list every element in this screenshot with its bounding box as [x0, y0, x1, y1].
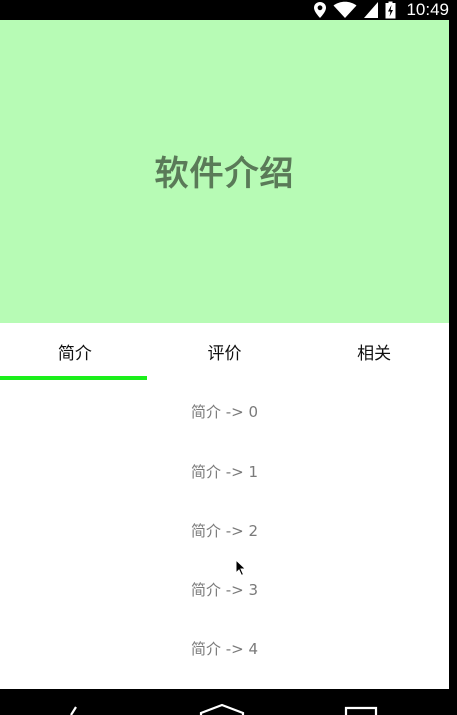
tab-label: 相关	[357, 344, 392, 364]
location-icon	[313, 1, 327, 19]
header-banner: 软件介绍	[0, 20, 449, 323]
tab-related[interactable]: 相关	[299, 323, 449, 380]
back-icon[interactable]	[62, 689, 86, 715]
recents-icon[interactable]	[344, 689, 378, 715]
status-bar: 10:49	[0, 0, 457, 20]
content-list: 简介 -> 0 简介 -> 1 简介 -> 2 简介 -> 3 简介 -> 4	[0, 380, 449, 678]
navigation-bar	[0, 689, 457, 715]
list-item[interactable]: 简介 -> 4	[0, 619, 449, 678]
tab-bar: 简介 评价 相关	[0, 323, 449, 380]
signal-icon	[363, 1, 379, 19]
wifi-icon	[333, 1, 357, 19]
status-icons: 10:49	[313, 0, 449, 20]
mouse-pointer-icon	[235, 558, 247, 581]
app-window: 软件介绍 简介 评价 相关 简介 -> 0 简介 -> 1 简介 -> 2 简介…	[0, 20, 449, 689]
page-title: 软件介绍	[154, 154, 295, 194]
tab-label: 简介	[57, 344, 92, 364]
battery-icon	[385, 1, 396, 19]
tab-label: 评价	[207, 344, 242, 364]
list-item[interactable]: 简介 -> 3	[0, 560, 449, 619]
list-item[interactable]: 简介 -> 2	[0, 501, 449, 560]
list-item[interactable]: 简介 -> 1	[0, 442, 449, 501]
home-icon[interactable]	[199, 689, 245, 715]
list-item[interactable]: 简介 -> 0	[0, 380, 449, 442]
tab-review[interactable]: 评价	[150, 323, 300, 380]
tab-intro[interactable]: 简介	[0, 323, 150, 380]
screen-edge	[449, 20, 457, 689]
tab-indicator	[0, 376, 147, 380]
phone-screen: 10:49 软件介绍 简介 评价 相关 简介 -> 0 简介 -> 1 简介 -…	[0, 0, 457, 715]
clock: 10:49	[406, 0, 449, 19]
